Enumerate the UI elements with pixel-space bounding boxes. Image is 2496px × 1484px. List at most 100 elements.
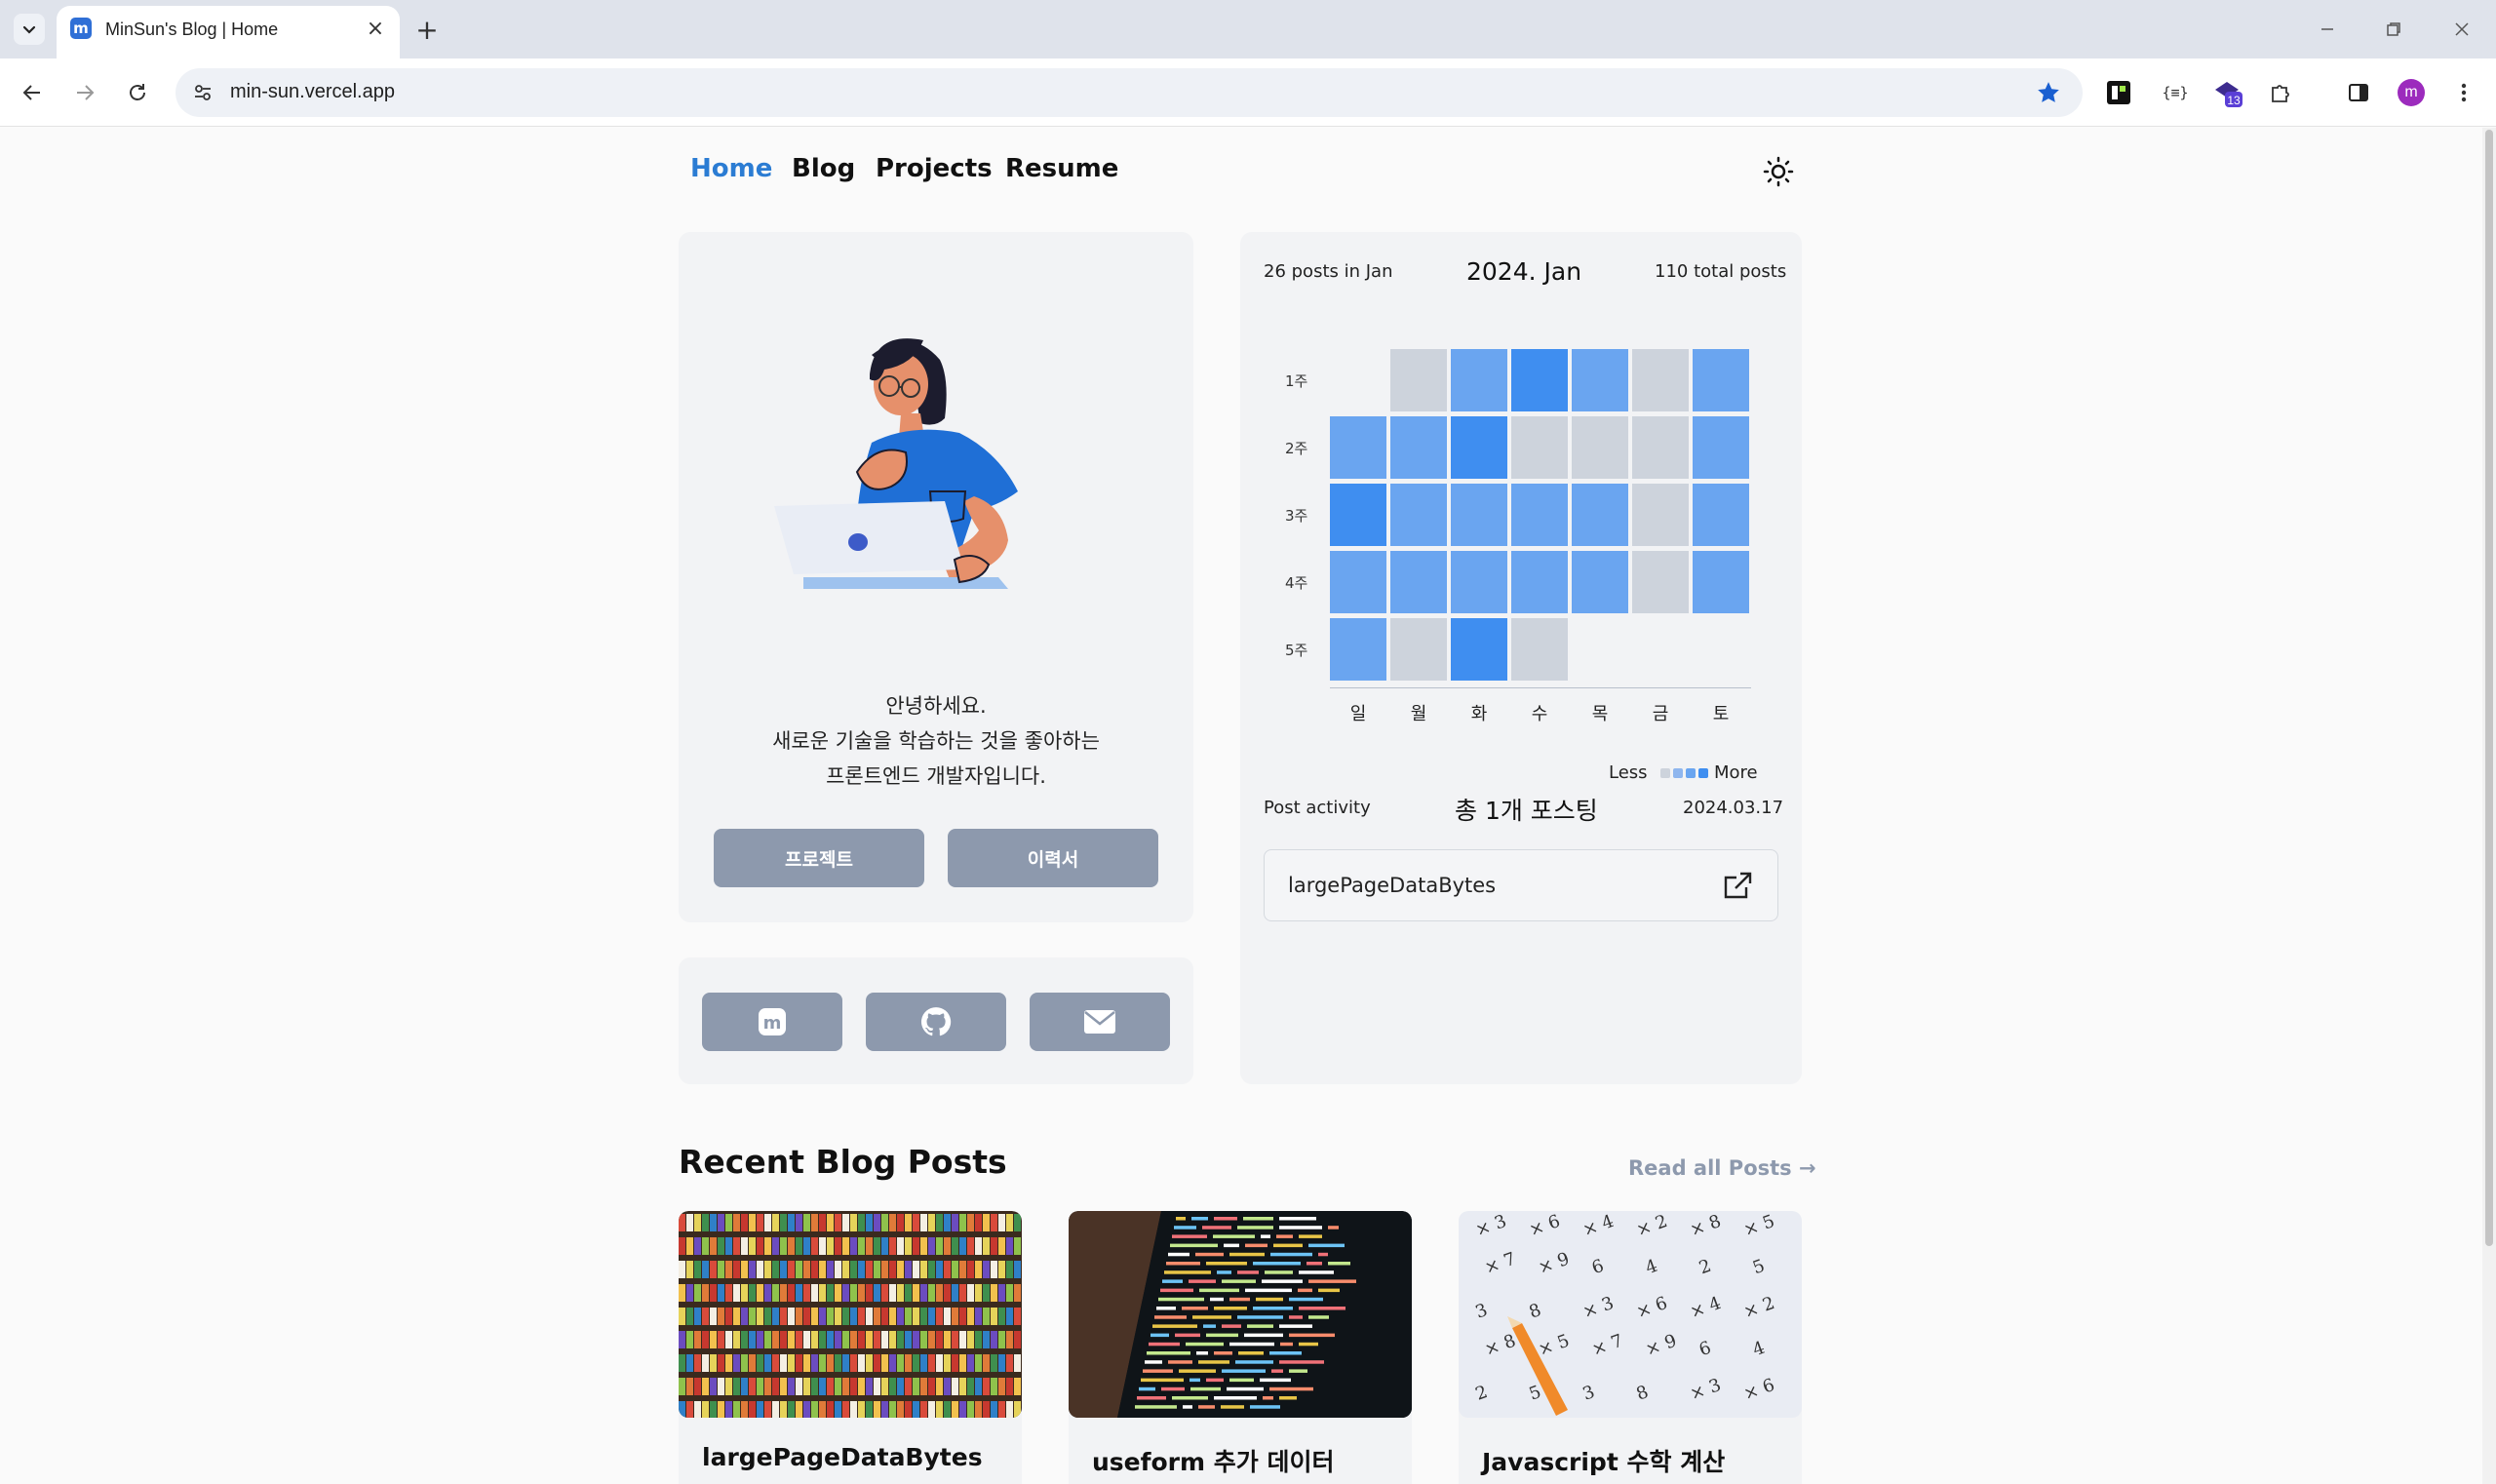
mail-icon xyxy=(1084,1010,1115,1034)
recent-posts-title: Recent Blog Posts xyxy=(679,1143,1007,1181)
legend-swatch-3 xyxy=(1698,768,1708,778)
browser-menu-icon[interactable] xyxy=(2445,74,2482,111)
heatmap-cell[interactable] xyxy=(1390,551,1447,613)
social-card: m xyxy=(679,957,1193,1084)
sun-icon xyxy=(1763,156,1794,187)
nav-blog[interactable]: Blog xyxy=(792,154,855,183)
day-label: 화 xyxy=(1470,704,1488,724)
browser-tab-bar: m MinSun's Blog | Home × + xyxy=(0,0,2496,59)
activity-post-link[interactable]: largePageDataBytes xyxy=(1264,849,1778,921)
day-label: 금 xyxy=(1652,704,1669,724)
heatmap-cell[interactable] xyxy=(1390,484,1447,546)
greeting-line-2: 새로운 기술을 학습하는 것을 좋아하는 xyxy=(772,729,1100,753)
projects-button[interactable]: 프로젝트 xyxy=(714,829,924,887)
heatmap-cell[interactable] xyxy=(1572,484,1628,546)
math-paper-image: × 3 × 6 × 4 × 2 × 8 × 5× 7 × 9 6 4 2 53 8 × 3 × 6 × 4 ×… xyxy=(1459,1211,1802,1418)
legend-less: Less xyxy=(1609,762,1648,783)
heatmap-cell[interactable] xyxy=(1390,349,1447,411)
post-card[interactable]: useform 추가 데이터 xyxy=(1069,1211,1412,1484)
address-bar[interactable]: min-sun.vercel.app xyxy=(176,68,2083,117)
post-title: Javascript 수학 계산 xyxy=(1482,1448,1726,1476)
medium-link-button[interactable]: m xyxy=(702,993,842,1051)
side-panel-icon[interactable] xyxy=(2340,74,2377,111)
heatmap-cell[interactable] xyxy=(1330,484,1386,546)
heatmap-cell[interactable] xyxy=(1330,551,1386,613)
minimize-icon xyxy=(2321,28,2333,30)
svg-text:m: m xyxy=(763,1013,782,1034)
github-link-button[interactable] xyxy=(866,993,1006,1051)
new-tab-button[interactable]: + xyxy=(411,14,443,46)
heatmap-cell[interactable] xyxy=(1330,416,1386,479)
reload-button[interactable] xyxy=(119,74,156,111)
bookmark-star-icon[interactable] xyxy=(2034,78,2063,107)
minimize-button[interactable] xyxy=(2311,14,2344,45)
mail-link-button[interactable] xyxy=(1030,993,1170,1051)
resume-button[interactable]: 이력서 xyxy=(948,829,1158,887)
heatmap-axis xyxy=(1330,687,1751,688)
posts-in-month: 26 posts in Jan xyxy=(1264,261,1393,282)
scrollbar-thumb[interactable] xyxy=(2485,130,2493,1246)
back-button[interactable] xyxy=(14,74,51,111)
nav-resume[interactable]: Resume xyxy=(1005,154,1118,183)
heatmap-cell[interactable] xyxy=(1632,349,1689,411)
activity-post-title: largePageDataBytes xyxy=(1288,874,1497,897)
heatmap-cell[interactable] xyxy=(1632,551,1689,613)
heatmap-cell[interactable] xyxy=(1511,484,1568,546)
week-label: 5주 xyxy=(1285,642,1308,659)
heatmap-cell[interactable] xyxy=(1451,416,1507,479)
week-label: 1주 xyxy=(1285,372,1308,390)
url-text: min-sun.vercel.app xyxy=(230,81,395,102)
restore-button[interactable] xyxy=(2377,14,2410,45)
close-tab-icon[interactable]: × xyxy=(363,16,388,41)
calendar-title: 2024. Jan xyxy=(1466,257,1582,286)
heatmap-cell[interactable] xyxy=(1693,416,1749,479)
week-label: 2주 xyxy=(1285,440,1308,457)
heatmap-cell[interactable] xyxy=(1632,416,1689,479)
grocery-shelves-image xyxy=(679,1211,1022,1418)
heatmap-cell[interactable] xyxy=(1693,349,1749,411)
nav-home[interactable]: Home xyxy=(690,154,772,183)
heatmap-cell[interactable] xyxy=(1390,416,1447,479)
heatmap-cell[interactable] xyxy=(1572,551,1628,613)
extension-jetbrains-icon[interactable] xyxy=(2100,74,2137,111)
day-label: 수 xyxy=(1531,704,1548,724)
post-card[interactable]: × 3 × 6 × 4 × 2 × 8 × 5 × 7 × 9 6 4 2 5 3 8 × 3 × 6 × 4 ×… xyxy=(1459,1211,1802,1484)
week-label: 3주 xyxy=(1285,507,1308,525)
restore-icon xyxy=(2387,22,2400,36)
tab-search-button[interactable] xyxy=(14,14,45,45)
extension-badge-icon[interactable]: 13 xyxy=(2209,74,2246,111)
close-icon xyxy=(2455,22,2469,36)
heatmap-cell[interactable] xyxy=(1451,484,1507,546)
heatmap-cell[interactable] xyxy=(1451,349,1507,411)
post-card[interactable]: largePageDataBytes xyxy=(679,1211,1022,1484)
extensions-puzzle-icon[interactable] xyxy=(2262,74,2299,111)
heatmap-cell[interactable] xyxy=(1572,349,1628,411)
heatmap-cell[interactable] xyxy=(1693,484,1749,546)
heatmap-cell[interactable] xyxy=(1390,618,1447,681)
heatmap-cell[interactable] xyxy=(1451,618,1507,681)
site-info-icon[interactable] xyxy=(189,79,216,106)
profile-avatar[interactable]: m xyxy=(2393,74,2430,111)
heatmap-cell[interactable] xyxy=(1632,484,1689,546)
heatmap-cell[interactable] xyxy=(1511,416,1568,479)
theme-toggle-button[interactable] xyxy=(1761,154,1796,189)
heatmap-cell[interactable] xyxy=(1572,416,1628,479)
extension-json-icon[interactable]: {≡} xyxy=(2157,74,2194,111)
heatmap-cell[interactable] xyxy=(1693,551,1749,613)
heatmap-cell[interactable] xyxy=(1330,618,1386,681)
reload-icon xyxy=(130,84,145,100)
heatmap-cell[interactable] xyxy=(1451,551,1507,613)
read-all-posts-link[interactable]: Read all Posts → xyxy=(1628,1156,1816,1180)
nav-projects[interactable]: Projects xyxy=(876,154,993,183)
heatmap-cell[interactable] xyxy=(1511,618,1568,681)
day-label: 일 xyxy=(1349,704,1367,724)
forward-button[interactable] xyxy=(66,74,103,111)
page-scrollbar[interactable] xyxy=(2482,128,2496,1484)
close-window-button[interactable] xyxy=(2445,14,2478,45)
heatmap-cell[interactable] xyxy=(1511,349,1568,411)
arrow-right-icon xyxy=(77,85,95,100)
heatmap-cell[interactable] xyxy=(1511,551,1568,613)
day-label: 목 xyxy=(1591,704,1609,724)
post-activity-count: 총 1개 포스팅 xyxy=(1455,797,1598,825)
active-tab[interactable]: m MinSun's Blog | Home × xyxy=(57,6,400,59)
